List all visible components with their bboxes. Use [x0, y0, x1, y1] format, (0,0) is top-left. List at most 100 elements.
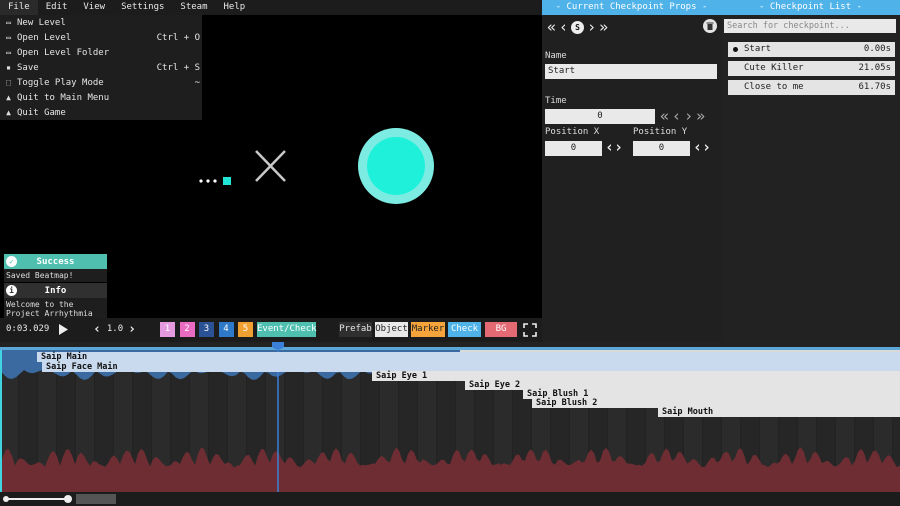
time-field[interactable]: 0 [545, 109, 655, 124]
checkpoint-props-panel: - Current Checkpoint Props - « ‹ S › » N… [542, 0, 721, 342]
menu-settings[interactable]: Settings [113, 0, 172, 15]
timeline-top-bar [0, 347, 900, 350]
layer-button-2[interactable]: 2 [179, 322, 195, 337]
dropdown-item-quit-game[interactable]: ▲ Quit Game [0, 105, 202, 120]
info-icon: i [6, 285, 17, 296]
fullscreen-icon [523, 323, 537, 337]
menu-help[interactable]: Help [216, 0, 254, 15]
last-checkpoint-icon[interactable]: » [599, 20, 608, 35]
layer-button-1[interactable]: 1 [160, 322, 175, 337]
mode-prefab-button[interactable]: Prefab [339, 322, 372, 337]
menu-edit[interactable]: Edit [38, 0, 76, 15]
folder-icon: ▭ [6, 18, 11, 27]
mode-check-button[interactable]: Check [448, 322, 481, 337]
menu-file[interactable]: File [0, 0, 38, 15]
inner-circle [367, 137, 425, 195]
dropdown-item-save[interactable]: ▪ Save Ctrl + S [0, 60, 202, 75]
timeline[interactable]: Saip Main Saip Face Main Saip Eye 1 Saip Ey… [0, 342, 900, 506]
position-x-field[interactable]: 0 [545, 141, 602, 156]
checkpoint-name: Close to me [744, 82, 804, 92]
start-checkpoint-badge[interactable]: S [571, 20, 585, 34]
dropdown-item-label: New Level [17, 17, 66, 28]
menu-view[interactable]: View [75, 0, 113, 15]
checkpoint-name: Cute Killer [744, 63, 804, 73]
layer-button-3[interactable]: 3 [199, 322, 214, 337]
prev-checkpoint-icon[interactable]: ‹ [559, 20, 568, 35]
dropdown-item-label: Quit to Main Menu [17, 92, 110, 103]
dropdown-item-shortcut: Ctrl + S [156, 62, 200, 73]
next-checkpoint-icon[interactable]: › [587, 20, 596, 35]
notification-header: i Info [4, 283, 107, 298]
checkpoint-list-item[interactable]: Start 0.00s [728, 42, 895, 57]
menu-steam[interactable]: Steam [172, 0, 215, 15]
dropdown-item-toggle-play-mode[interactable]: ⬚ Toggle Play Mode ~ [0, 75, 202, 90]
time-nav: « ‹ › » [660, 107, 705, 125]
notification-title: Info [44, 285, 67, 296]
delete-checkpoint-button[interactable] [703, 19, 717, 33]
menu-bar: File Edit View Settings Steam Help [0, 0, 542, 15]
warning-icon: ▲ [6, 93, 11, 102]
warning-icon: ▲ [6, 108, 11, 117]
checkpoint-search-input[interactable]: Search for checkpoint... [724, 19, 896, 33]
time-forward-icon[interactable]: › [684, 107, 693, 125]
dropdown-item-label: Open Level [17, 32, 72, 43]
success-notification: ✓ Success Saved Beatmap! [4, 254, 107, 282]
mode-marker-button[interactable]: Marker [411, 322, 445, 337]
checkpoint-list-item[interactable]: Cute Killer 21.05s [728, 61, 895, 76]
trail-dot [206, 179, 210, 183]
file-dropdown: ▭ New Level ▭ Open Level Ctrl + O ▭ Open Level… [0, 15, 202, 120]
dropdown-item-new-level[interactable]: ▭ New Level [0, 15, 202, 30]
mode-bg-button[interactable]: BG [485, 322, 517, 337]
notification-title: Success [36, 256, 75, 267]
props-title: - Current Checkpoint Props - [542, 0, 721, 15]
play-icon [59, 324, 68, 335]
layer-button-4[interactable]: 4 [218, 322, 234, 337]
dropdown-item-quit-to-main-menu[interactable]: ▲ Quit to Main Menu [0, 90, 202, 105]
zoom-slider-handle[interactable] [64, 495, 72, 503]
dropdown-item-label: Toggle Play Mode [17, 77, 104, 88]
timeline-controls: 0:03.029 ‹ 1.0 › Event/Check 1 2 3 4 5 Prefab… [0, 318, 542, 342]
dropdown-item-label: Save [17, 62, 39, 73]
checkpoint-list-item[interactable]: Close to me 61.70s [728, 80, 895, 95]
play-mode-icon: ⬚ [6, 78, 11, 87]
name-field[interactable]: Start [545, 64, 717, 79]
trail-dot [213, 179, 217, 183]
time-back-icon[interactable]: ‹ [672, 107, 681, 125]
event-check-toggle[interactable]: Event/Check [257, 322, 317, 337]
checkpoint-list-panel: - Checkpoint List - Search for checkpoin… [721, 0, 900, 342]
dropdown-item-shortcut: Ctrl + O [156, 32, 200, 43]
time-label: Time [545, 96, 567, 106]
zoom-slider-min [3, 496, 9, 502]
play-button[interactable] [57, 322, 69, 337]
mode-object-button[interactable]: Object [375, 322, 408, 337]
timeline-object[interactable]: Saip Main [37, 352, 900, 362]
speed-value: 1.0 [106, 324, 124, 334]
timeline-scroll-area [0, 492, 900, 506]
checkpoint-list-title: - Checkpoint List - [721, 0, 900, 15]
position-x-arrows[interactable]: ‹› [605, 138, 623, 156]
dropdown-item-open-level[interactable]: ▭ Open Level Ctrl + O [0, 30, 202, 45]
check-icon: ✓ [6, 256, 17, 267]
folder-icon: ▭ [6, 48, 11, 57]
timeline-object[interactable]: Saip Mouth [658, 407, 900, 417]
name-label: Name [545, 51, 567, 61]
speed-down-button[interactable]: ‹ [92, 322, 102, 337]
timeline-scrollbar[interactable] [76, 494, 116, 504]
time-fast-forward-icon[interactable]: » [696, 107, 705, 125]
checkpoint-name: Start [744, 44, 772, 54]
dropdown-item-label: Quit Game [17, 107, 66, 118]
layer-button-5[interactable]: 5 [238, 322, 253, 337]
player-square [223, 177, 231, 185]
fullscreen-button[interactable] [523, 322, 537, 337]
trail-dot [199, 179, 203, 183]
folder-open-icon: ▭ [6, 33, 11, 42]
speed-up-button[interactable]: › [127, 322, 137, 337]
position-y-field[interactable]: 0 [633, 141, 690, 156]
time-fast-back-icon[interactable]: « [660, 107, 669, 125]
first-checkpoint-icon[interactable]: « [547, 20, 556, 35]
time-display[interactable]: 0:03.029 [6, 322, 52, 337]
save-icon: ▪ [6, 63, 11, 72]
dropdown-item-open-level-folder[interactable]: ▭ Open Level Folder [0, 45, 202, 60]
dropdown-item-label: Open Level Folder [17, 47, 110, 58]
position-y-arrows[interactable]: ‹› [693, 138, 711, 156]
